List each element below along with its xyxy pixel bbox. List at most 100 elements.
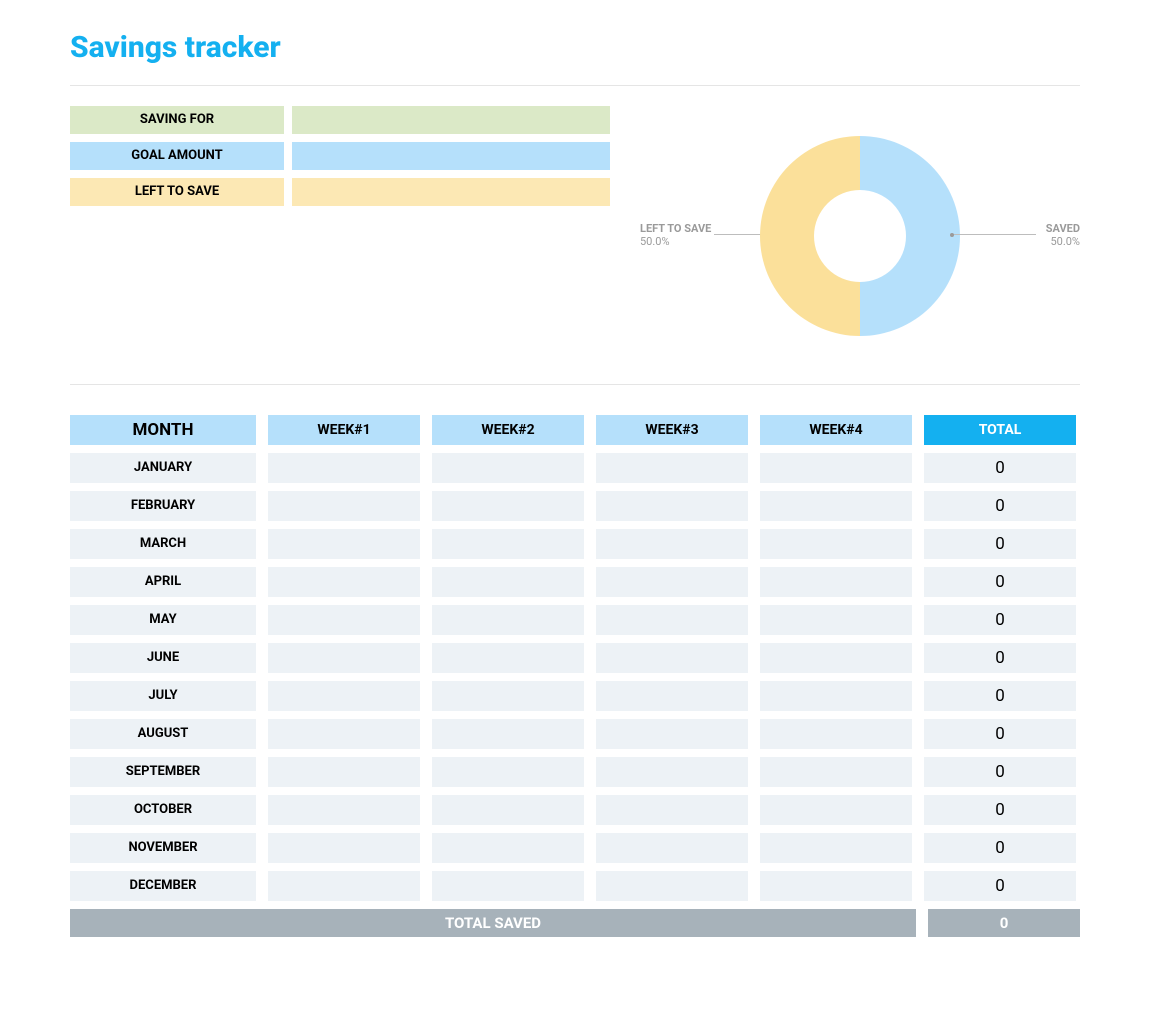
table-header-row: MONTH WEEK#1 WEEK#2 WEEK#3 WEEK#4 TOTAL — [70, 415, 1080, 445]
cell-week[interactable] — [268, 605, 420, 635]
cell-week[interactable] — [596, 567, 748, 597]
cell-week[interactable] — [268, 491, 420, 521]
cell-week[interactable] — [432, 567, 584, 597]
cell-week[interactable] — [268, 681, 420, 711]
top-section: SAVING FOR GOAL AMOUNT LEFT TO SAVE LEFT… — [70, 106, 1080, 366]
cell-week[interactable] — [596, 643, 748, 673]
cell-week[interactable] — [596, 871, 748, 901]
cell-row-total: 0 — [924, 491, 1076, 521]
cell-week[interactable] — [432, 681, 584, 711]
cell-month: MARCH — [70, 529, 256, 559]
goal-amount-value[interactable] — [292, 142, 610, 170]
table-row: DECEMBER0 — [70, 871, 1080, 901]
header-total: TOTAL — [924, 415, 1076, 445]
cell-week[interactable] — [432, 643, 584, 673]
cell-week[interactable] — [268, 567, 420, 597]
cell-week[interactable] — [760, 529, 912, 559]
cell-week[interactable] — [760, 681, 912, 711]
table-row: MARCH0 — [70, 529, 1080, 559]
saving-for-value[interactable] — [292, 106, 610, 134]
cell-row-total: 0 — [924, 719, 1076, 749]
donut-hole — [814, 190, 906, 282]
table-row: MAY0 — [70, 605, 1080, 635]
goal-row-left-to-save: LEFT TO SAVE — [70, 178, 610, 206]
cell-row-total: 0 — [924, 605, 1076, 635]
table-row: JULY 0 — [70, 681, 1080, 711]
cell-week[interactable] — [596, 757, 748, 787]
header-week1: WEEK#1 — [268, 415, 420, 445]
cell-week[interactable] — [760, 871, 912, 901]
cell-week[interactable] — [268, 453, 420, 483]
cell-week[interactable] — [432, 605, 584, 635]
table-row: APRIL0 — [70, 567, 1080, 597]
cell-week[interactable] — [760, 795, 912, 825]
cell-row-total: 0 — [924, 681, 1076, 711]
table-row: JANUARY0 — [70, 453, 1080, 483]
cell-week[interactable] — [432, 719, 584, 749]
cell-week[interactable] — [432, 871, 584, 901]
table-row: SEPTEMBER0 — [70, 757, 1080, 787]
cell-week[interactable] — [432, 833, 584, 863]
cell-week[interactable] — [596, 605, 748, 635]
header-month: MONTH — [70, 415, 256, 445]
cell-week[interactable] — [760, 491, 912, 521]
savings-table: MONTH WEEK#1 WEEK#2 WEEK#3 WEEK#4 TOTAL … — [70, 415, 1080, 937]
table-row: FEBRUARY 0 — [70, 491, 1080, 521]
cell-week[interactable] — [596, 795, 748, 825]
cell-month: NOVEMBER — [70, 833, 256, 863]
chart-label-right: SAVED 50.0% — [1046, 222, 1080, 248]
cell-week[interactable] — [760, 719, 912, 749]
footer-total-saved-value: 0 — [928, 909, 1080, 937]
cell-week[interactable] — [596, 491, 748, 521]
cell-week[interactable] — [268, 757, 420, 787]
cell-week[interactable] — [432, 795, 584, 825]
cell-week[interactable] — [268, 795, 420, 825]
cell-week[interactable] — [596, 681, 748, 711]
chart-label-right-pct: 50.0% — [1046, 235, 1080, 248]
cell-week[interactable] — [760, 453, 912, 483]
table-row: JUNE0 — [70, 643, 1080, 673]
cell-week[interactable] — [760, 833, 912, 863]
cell-row-total: 0 — [924, 833, 1076, 863]
goal-panel: SAVING FOR GOAL AMOUNT LEFT TO SAVE — [70, 106, 610, 366]
cell-week[interactable] — [760, 605, 912, 635]
cell-week[interactable] — [268, 833, 420, 863]
cell-week[interactable] — [432, 453, 584, 483]
left-to-save-value[interactable] — [292, 178, 610, 206]
header-week3: WEEK#3 — [596, 415, 748, 445]
cell-week[interactable] — [432, 491, 584, 521]
cell-month: OCTOBER — [70, 795, 256, 825]
cell-row-total: 0 — [924, 795, 1076, 825]
saving-for-label: SAVING FOR — [70, 106, 284, 134]
cell-row-total: 0 — [924, 643, 1076, 673]
cell-week[interactable] — [268, 871, 420, 901]
table-row: AUGUST 0 — [70, 719, 1080, 749]
header-week2: WEEK#2 — [432, 415, 584, 445]
cell-week[interactable] — [432, 757, 584, 787]
leader-line-right — [952, 234, 1036, 235]
cell-month: AUGUST — [70, 719, 256, 749]
footer-total-saved-label: TOTAL SAVED — [70, 909, 916, 937]
cell-week[interactable] — [268, 643, 420, 673]
cell-week[interactable] — [596, 529, 748, 559]
cell-week[interactable] — [268, 529, 420, 559]
chart-label-right-name: SAVED — [1046, 222, 1080, 235]
cell-month: JULY — [70, 681, 256, 711]
left-to-save-label: LEFT TO SAVE — [70, 178, 284, 206]
cell-week[interactable] — [760, 757, 912, 787]
cell-week[interactable] — [268, 719, 420, 749]
header-week4: WEEK#4 — [760, 415, 912, 445]
cell-week[interactable] — [596, 833, 748, 863]
divider — [70, 384, 1080, 385]
goal-row-goal-amount: GOAL AMOUNT — [70, 142, 610, 170]
cell-week[interactable] — [760, 567, 912, 597]
cell-week[interactable] — [760, 643, 912, 673]
donut-chart: LEFT TO SAVE 50.0% SAVED 50.0% — [640, 106, 1080, 366]
cell-week[interactable] — [432, 529, 584, 559]
cell-week[interactable] — [596, 453, 748, 483]
table-row: NOVEMBER 0 — [70, 833, 1080, 863]
cell-row-total: 0 — [924, 453, 1076, 483]
cell-week[interactable] — [596, 719, 748, 749]
cell-month: FEBRUARY — [70, 491, 256, 521]
cell-month: APRIL — [70, 567, 256, 597]
